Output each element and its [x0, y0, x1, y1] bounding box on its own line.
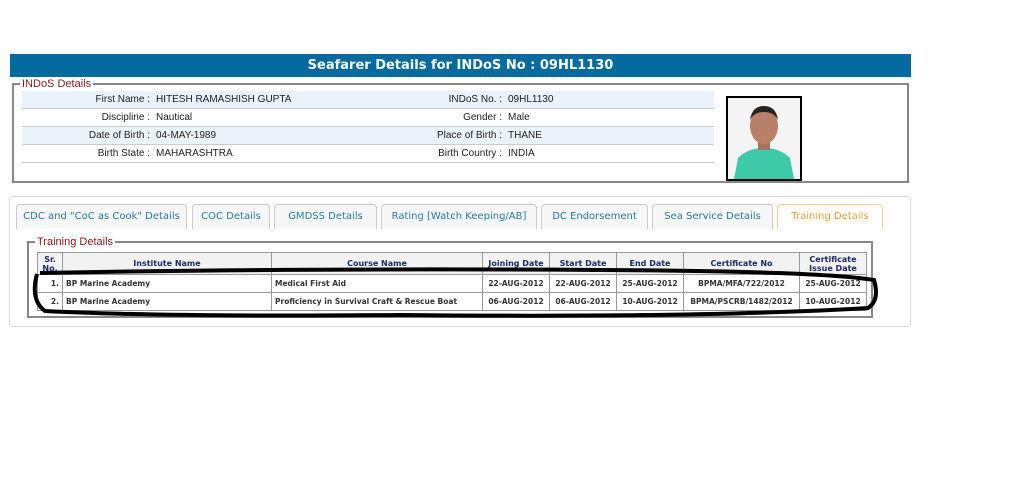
- table-cell: 22-AUG-2012: [549, 274, 617, 293]
- table-cell: Medical First Aid: [271, 274, 483, 293]
- field-label: INDoS No. :: [448, 94, 502, 105]
- field-label: Place of Birth :: [436, 130, 502, 141]
- seafarer-photo: [726, 96, 802, 181]
- page-title: Seafarer Details for INDoS No : 09HL1130: [10, 54, 911, 77]
- field-value: 04-MAY-1989: [156, 130, 217, 141]
- indos-details-fieldset: INDoS Details First Name : HITESH RAMASH…: [12, 77, 909, 183]
- field-value: 09HL1130: [508, 94, 554, 105]
- table-cell: BP Marine Academy: [62, 292, 272, 311]
- table-cell: 2.: [37, 292, 63, 311]
- tab-sea-service-details[interactable]: Sea Service Details: [652, 204, 773, 229]
- indos-row: First Name : HITESH RAMASHISH GUPTA INDo…: [22, 91, 714, 109]
- field-label: First Name :: [95, 94, 150, 105]
- indos-row: Discipline : Nautical Gender : Male: [22, 109, 714, 127]
- table-cell: 22-AUG-2012: [482, 274, 550, 293]
- table-cell: BP Marine Academy: [62, 274, 272, 293]
- tab-training-details[interactable]: Training Details: [777, 204, 883, 229]
- tab-gmdss-details[interactable]: GMDSS Details: [274, 204, 377, 229]
- column-header: Institute Name: [62, 252, 272, 275]
- table-row: 2. BP Marine Academy Proficiency in Surviv…: [37, 292, 867, 311]
- training-table: Sr. No. Institute Name Course Name Joining …: [37, 252, 867, 311]
- field-label: Birth State :: [97, 148, 150, 159]
- field-value: Male: [508, 112, 530, 123]
- column-header: Start Date: [549, 252, 617, 275]
- field-value: INDIA: [508, 148, 535, 159]
- column-header: Certificate No: [683, 252, 800, 275]
- indos-row: Birth State : MAHARASHTRA Birth Country …: [22, 145, 714, 163]
- tab-cdc-and-coc-as-cook-details[interactable]: CDC and "CoC as Cook" Details: [16, 204, 187, 229]
- table-cell: Proficiency in Survival Craft & Rescue B…: [271, 292, 483, 311]
- field-label: Date of Birth :: [88, 130, 150, 141]
- table-cell: BPMA/PSCRB/1482/2012: [683, 292, 800, 311]
- field-value: THANE: [508, 130, 542, 141]
- table-row: 1. BP Marine Academy Medical First Aid 22-A…: [37, 274, 867, 293]
- tab-coc-details[interactable]: COC Details: [192, 204, 270, 229]
- field-label: Gender :: [463, 112, 502, 123]
- indos-details-legend: INDoS Details: [20, 77, 94, 91]
- indos-row: Date of Birth : 04-MAY-1989 Place of Bir…: [22, 127, 714, 145]
- table-cell: 25-AUG-2012: [799, 274, 867, 293]
- column-header: Certificate Issue Date: [799, 252, 867, 275]
- field-value: HITESH RAMASHISH GUPTA: [156, 94, 292, 105]
- training-details-fieldset: Training Details Sr. No. Institute Name Co…: [27, 235, 873, 318]
- table-cell: 25-AUG-2012: [616, 274, 684, 293]
- table-cell: 06-AUG-2012: [549, 292, 617, 311]
- table-cell: BPMA/MFA/722/2012: [683, 274, 800, 293]
- tabs-panel: CDC and "CoC as Cook" Details COC Details…: [9, 196, 911, 327]
- field-value: Nautical: [156, 112, 193, 123]
- table-cell: 10-AUG-2012: [616, 292, 684, 311]
- table-cell: 1.: [37, 274, 63, 293]
- field-value: MAHARASHTRA: [156, 148, 233, 159]
- table-cell: 10-AUG-2012: [799, 292, 867, 311]
- column-header: Sr. No.: [37, 252, 63, 275]
- tab-rating-watch-keeping-ab[interactable]: Rating [Watch Keeping/AB]: [381, 204, 537, 229]
- column-header: End Date: [616, 252, 684, 275]
- column-header: Course Name: [271, 252, 483, 275]
- table-cell: 06-AUG-2012: [482, 292, 550, 311]
- tab-dc-endorsement[interactable]: DC Endorsement: [541, 204, 648, 229]
- training-details-legend: Training Details: [35, 235, 116, 249]
- column-header: Joining Date: [482, 252, 550, 275]
- field-label: Birth Country :: [438, 148, 502, 159]
- field-label: Discipline :: [101, 112, 150, 123]
